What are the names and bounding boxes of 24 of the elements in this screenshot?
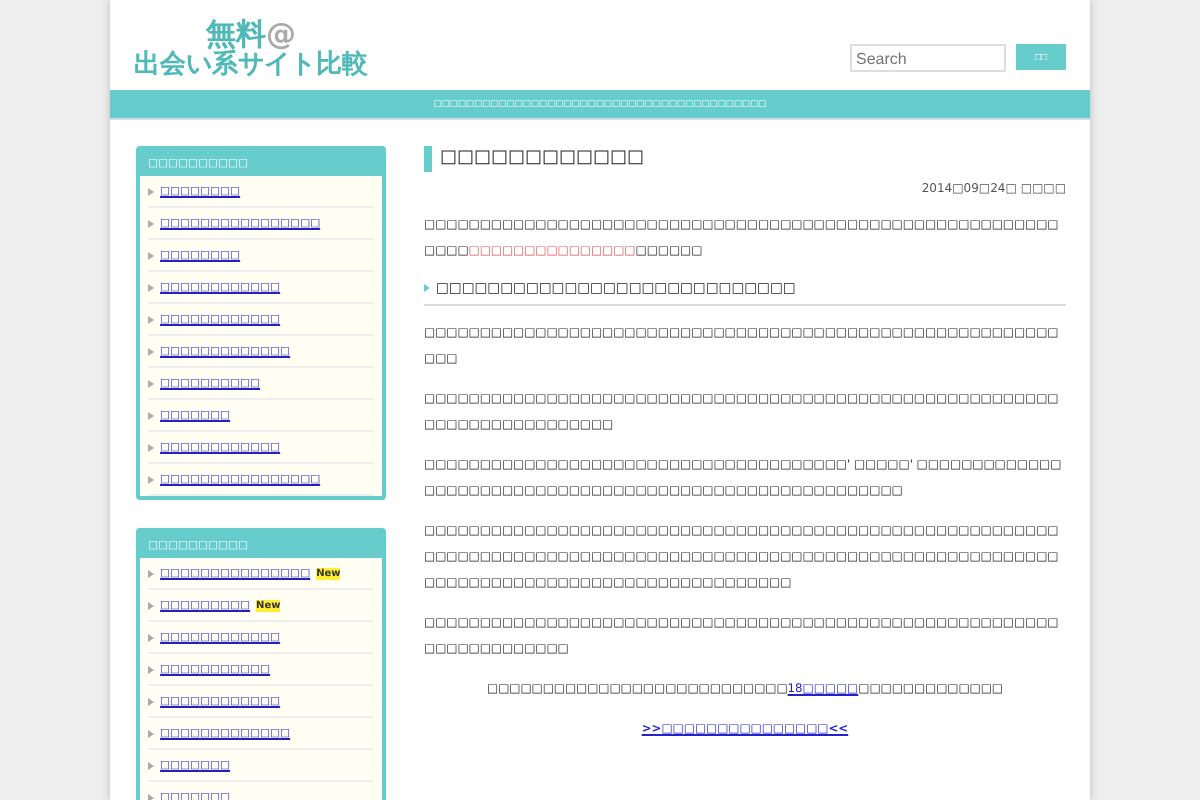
search-field[interactable]: Search <box>850 44 1006 72</box>
triangle-icon <box>148 379 154 387</box>
triangle-icon <box>148 347 154 355</box>
at-sign-logo: @ <box>266 18 296 50</box>
triangle-icon <box>148 793 154 800</box>
triangle-icon <box>148 443 154 451</box>
article-title: □□□□□□□□□□□□ <box>424 146 1066 172</box>
triangle-icon <box>148 633 154 641</box>
triangle-icon <box>148 665 154 673</box>
triangle-icon <box>148 219 154 227</box>
triangle-icon <box>148 475 154 483</box>
triangle-icon <box>148 761 154 769</box>
logo-subtitle: 出会い系サイト比較 <box>134 50 368 80</box>
triangle-icon <box>148 411 154 419</box>
triangle-icon <box>148 569 154 577</box>
triangle-icon <box>424 284 430 292</box>
triangle-icon <box>148 187 154 195</box>
triangle-icon <box>148 729 154 737</box>
logo-text: 無料 <box>206 18 266 50</box>
triangle-icon <box>148 697 154 705</box>
triangle-icon <box>148 283 154 291</box>
triangle-icon <box>148 315 154 323</box>
triangle-icon <box>148 251 154 259</box>
triangle-icon <box>148 601 154 609</box>
